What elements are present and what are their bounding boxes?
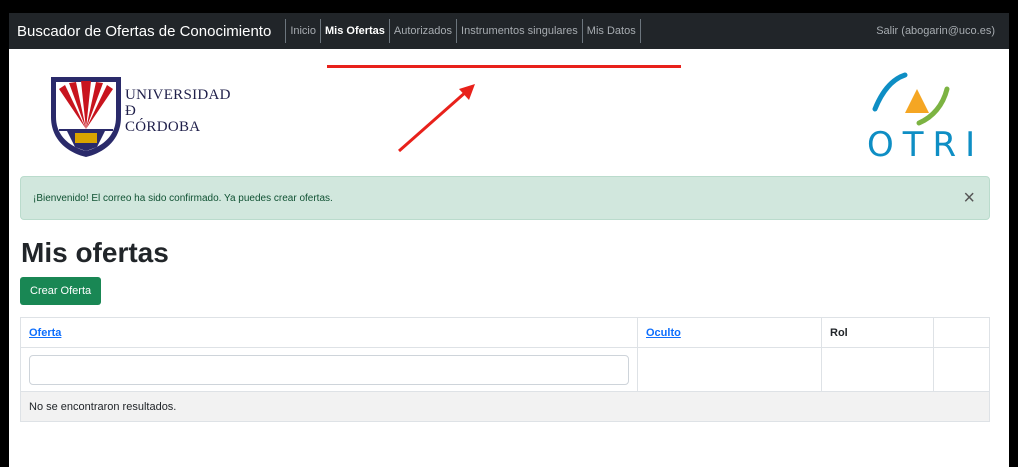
alert-message: ¡Bienvenido! El correo ha sido confirmad… bbox=[33, 192, 333, 204]
create-offer-button[interactable]: Crear Oferta bbox=[20, 277, 102, 305]
page-title: Mis ofertas bbox=[21, 237, 169, 268]
sort-link-oculto[interactable]: Oculto bbox=[646, 327, 681, 339]
filter-cell-oferta bbox=[20, 347, 638, 392]
university-name-line1: UNIVERSIDAD bbox=[125, 87, 231, 103]
university-name-line2: Ð bbox=[125, 103, 137, 119]
nav-item-instrumentos-singulares[interactable]: Instrumentos singulares bbox=[456, 19, 582, 43]
university-name: UNIVERSIDAD Ð CÓRDOBA bbox=[125, 87, 231, 135]
column-header-rol: Rol bbox=[821, 317, 934, 348]
close-icon[interactable]: × bbox=[963, 188, 975, 208]
column-header-oferta: Oferta bbox=[20, 317, 638, 348]
annotation-arrow-icon bbox=[398, 84, 475, 153]
annotation-underline bbox=[327, 65, 681, 68]
navbar-brand[interactable]: Buscador de Ofertas de Conocimiento bbox=[17, 23, 271, 40]
top-navbar: Buscador de Ofertas de Conocimiento Inic… bbox=[9, 13, 1009, 49]
table-header-row: Oferta Oculto Rol bbox=[20, 317, 990, 348]
empty-message: No se encontraron resultados. bbox=[20, 391, 990, 422]
oferta-filter-input[interactable] bbox=[29, 354, 629, 385]
filter-cell-actions bbox=[933, 347, 990, 392]
column-header-actions bbox=[933, 317, 990, 348]
filter-cell-rol bbox=[821, 347, 934, 392]
university-shield-logo bbox=[51, 77, 121, 157]
university-name-line3: CÓRDOBA bbox=[125, 119, 201, 135]
filter-cell-oculto bbox=[637, 347, 822, 392]
app-frame: Buscador de Ofertas de Conocimiento Inic… bbox=[9, 13, 1009, 467]
nav-item-mis-ofertas[interactable]: Mis Ofertas bbox=[320, 19, 389, 43]
table-empty-row: No se encontraron resultados. bbox=[20, 391, 990, 422]
otri-text: OTRI bbox=[867, 125, 985, 165]
table-filter-row bbox=[20, 347, 990, 392]
offers-table: Oferta Oculto Rol No se encontraron resu… bbox=[20, 317, 990, 422]
sort-link-oferta[interactable]: Oferta bbox=[29, 327, 61, 339]
column-header-oculto: Oculto bbox=[637, 317, 822, 348]
nav-item-autorizados[interactable]: Autorizados bbox=[388, 19, 456, 43]
success-alert: ¡Bienvenido! El correo ha sido confirmad… bbox=[20, 176, 990, 220]
nav-menu: Inicio Mis Ofertas Autorizados Instrumen… bbox=[285, 13, 641, 49]
logout-link[interactable]: Salir (abogarin@uco.es) bbox=[876, 13, 995, 49]
nav-item-inicio[interactable]: Inicio bbox=[285, 19, 320, 43]
nav-item-mis-datos[interactable]: Mis Datos bbox=[581, 19, 641, 43]
